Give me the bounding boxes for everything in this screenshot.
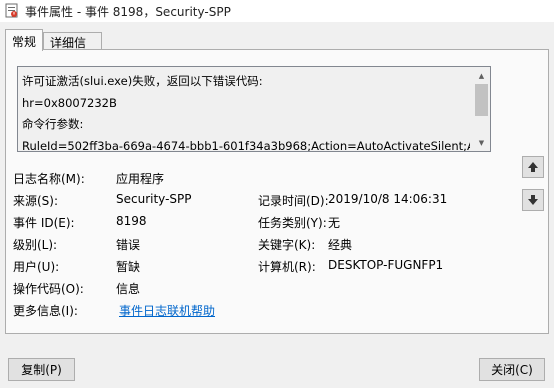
- general-tab-panel: 许可证激活(slui.exe)失败，返回以下错误代码: hr=0x8007232…: [5, 49, 549, 334]
- level-label: 级别(L):: [13, 238, 58, 252]
- computer-label: 计算机(R):: [258, 260, 316, 274]
- scrollbar-thumb[interactable]: [475, 84, 488, 116]
- event-id-value: 8198: [116, 214, 147, 228]
- logged-label: 记录时间(D):: [258, 194, 329, 208]
- log-name-label: 日志名称(M):: [13, 172, 85, 186]
- task-category-value: 无: [328, 216, 341, 230]
- more-info-link[interactable]: 事件日志联机帮助: [119, 302, 215, 319]
- description-line: 命令行参数:: [22, 117, 84, 131]
- scroll-up-arrow-icon[interactable]: ▲: [473, 67, 490, 84]
- computer-value: DESKTOP-FUGNFP1: [328, 258, 444, 272]
- description-line: RuleId=502ff3ba-669a-4674-bbb1-601f34a3b…: [22, 138, 470, 152]
- description-line: 许可证激活(slui.exe)失败，返回以下错误代码:: [22, 74, 263, 88]
- close-button[interactable]: 关闭(C): [479, 358, 545, 381]
- keywords-label: 关键字(K):: [258, 238, 316, 252]
- event-id-label: 事件 ID(E):: [13, 216, 75, 230]
- user-label: 用户(U):: [13, 260, 60, 274]
- event-viewer-icon: [5, 3, 18, 18]
- user-value: 暂缺: [116, 260, 141, 274]
- keywords-value: 经典: [328, 238, 353, 252]
- next-event-button[interactable]: [522, 189, 544, 211]
- up-arrow-icon: [528, 162, 538, 172]
- more-info-label: 更多信息(I):: [13, 304, 78, 318]
- description-scrollbar[interactable]: ▲ ▼: [473, 67, 490, 151]
- opcode-value: 信息: [116, 282, 141, 296]
- description-line: hr=0x8007232B: [22, 95, 117, 110]
- scroll-down-arrow-icon[interactable]: ▼: [473, 134, 490, 151]
- source-label: 来源(S):: [13, 194, 59, 208]
- event-description-text: 许可证激活(slui.exe)失败，返回以下错误代码: hr=0x8007232…: [22, 71, 470, 152]
- source-value: Security-SPP: [116, 192, 192, 206]
- down-arrow-icon: [528, 195, 538, 205]
- title-bar: 事件属性 - 事件 8198，Security-SPP: [0, 0, 554, 22]
- window-title: 事件属性 - 事件 8198，Security-SPP: [25, 5, 231, 19]
- opcode-label: 操作代码(O):: [13, 282, 84, 296]
- event-description-box[interactable]: 许可证激活(slui.exe)失败，返回以下错误代码: hr=0x8007232…: [17, 66, 491, 152]
- task-category-label: 任务类别(Y):: [258, 216, 327, 230]
- tab-details[interactable]: 详细信息: [43, 32, 102, 67]
- previous-event-button[interactable]: [522, 156, 544, 178]
- log-name-value: 应用程序: [116, 172, 165, 186]
- tab-general[interactable]: 常规: [5, 29, 43, 51]
- level-value: 错误: [116, 238, 141, 252]
- logged-value: 2019/10/8 14:06:31: [328, 192, 448, 206]
- copy-button[interactable]: 复制(P): [8, 358, 75, 381]
